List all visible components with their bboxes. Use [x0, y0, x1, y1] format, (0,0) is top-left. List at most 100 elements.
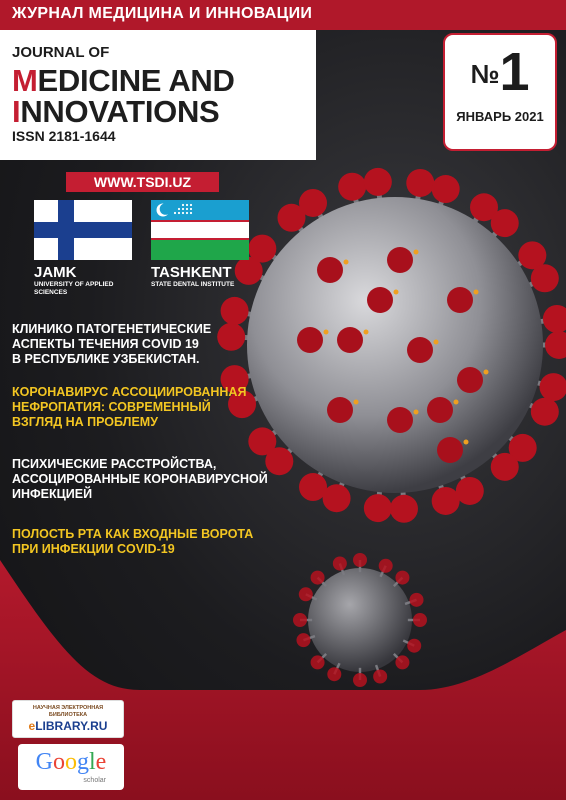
virus-spike-head	[363, 167, 392, 196]
virus-spike-head	[508, 433, 537, 462]
virus-spike-stem	[507, 253, 534, 273]
virus-spike-stem	[349, 186, 362, 215]
virus-spike-head	[387, 407, 413, 433]
virus-spike-head	[277, 203, 306, 232]
virus-spike-head	[431, 175, 460, 204]
virus-spike-head	[234, 256, 263, 285]
virus-spike-stem	[260, 423, 287, 444]
virus-spike-head	[327, 397, 353, 423]
virus-spike-head	[437, 437, 463, 463]
virus-spike-head	[322, 484, 351, 513]
virus-spike-stem	[413, 182, 423, 211]
virus-spike-head	[447, 287, 473, 313]
virus-dot	[413, 409, 419, 415]
virus-spike-stem	[434, 473, 449, 502]
virus-spike-stem	[434, 188, 449, 217]
partner-tashkent-subtitle: STATE DENTAL INSTITUTE	[151, 281, 235, 288]
virus-spike-stem	[484, 221, 507, 246]
virus-dot	[433, 339, 439, 345]
virus-spike-head	[217, 322, 246, 351]
virus-dot	[483, 369, 489, 375]
virus-spike-head	[220, 296, 249, 325]
virus-spike-head	[407, 337, 433, 363]
virus-spike-stem	[234, 308, 263, 320]
virus-spike-stem	[277, 439, 301, 463]
virus-spike-head	[530, 264, 559, 293]
top-banner: ЖУРНАЛ МЕДИЦИНА И ИННОВАЦИИ	[0, 0, 566, 30]
headline-covid-pathogenesis[interactable]: КЛИНИКО ПАТОГЕНЕТИЧЕСКИЕ АСПЕКТЫ ТЕЧЕНИЯ …	[12, 322, 211, 367]
virus-spike-head	[387, 247, 413, 273]
google-wordmark: Google	[35, 749, 107, 775]
virus-spike-stem	[310, 201, 330, 229]
virus-spike-head	[455, 476, 484, 505]
virus-spike-stem	[466, 205, 487, 232]
headline-nephropathy[interactable]: КОРОНАВИРУС АССОЦИИРОВАННАЯ НЕФРОПАТИЯ: С…	[12, 385, 246, 430]
virus-dot	[473, 289, 479, 295]
virus-spike-stem	[234, 370, 263, 382]
virus-spike-stem	[375, 181, 384, 210]
virus-dot	[463, 439, 469, 445]
headline-oral-cavity[interactable]: ПОЛОСТЬ РТА КАК ВХОДНЫЕ ВОРОТА ПРИ ИНФЕКЦ…	[12, 527, 253, 557]
partner-tashkent-name: TASHKENT	[151, 264, 232, 281]
title-line-innovations: INNOVATIONS	[12, 94, 220, 129]
website-link[interactable]: WWW.TSDI.UZ	[66, 172, 219, 192]
virus-spike-stem	[231, 334, 260, 341]
title-line-medicine: MEDICINE AND	[12, 63, 235, 98]
partner-jamk-name: JAMK	[34, 264, 77, 281]
virus-spike-head	[539, 373, 566, 402]
virus-spike-head	[248, 427, 277, 456]
virus-dot	[353, 399, 359, 405]
journal-header: JOURNAL OF MEDICINE AND INNOVATIONS ISSN…	[0, 30, 316, 160]
issue-number: №1	[470, 42, 530, 102]
virus-spike-stem	[375, 480, 384, 509]
virus-spike-head	[299, 473, 327, 502]
elibrary-logo[interactable]: НАУЧНАЯ ЭЛЕКТРОННАЯ БИБЛИОТЕКА eLIBRARY.R…	[12, 700, 124, 738]
virus-spike-stem	[310, 461, 330, 489]
virus-dot	[393, 289, 399, 295]
virus-spike-stem	[260, 246, 287, 267]
virus-spike-head	[297, 327, 323, 353]
headline-mental-disorders[interactable]: ПСИХИЧЕСКИЕ РАССТРОЙСТВА, АССОЦИРОВАННЫЕ …	[12, 457, 268, 502]
journal-of-label: JOURNAL OF	[12, 44, 110, 61]
finland-flag-icon	[34, 200, 132, 260]
virus-spike-head	[431, 486, 460, 515]
virus-spike-head	[545, 331, 566, 359]
journal-cover: ЖУРНАЛ МЕДИЦИНА И ИННОВАЦИИ JOURNAL OF M…	[0, 0, 566, 800]
virus-spike-stem	[518, 276, 546, 292]
virus-spike-stem	[247, 268, 275, 286]
virus-spike-head	[265, 447, 294, 476]
virus-spike-head	[317, 257, 343, 283]
virus-spike-head	[518, 241, 547, 270]
virus-spike-head	[248, 234, 277, 263]
virus-spike-head	[367, 287, 393, 313]
issue-date: ЯНВАРЬ 2021	[456, 109, 544, 124]
virus-spike-head	[490, 209, 519, 238]
virus-spike-stem	[400, 480, 407, 509]
virus-spike-stem	[289, 216, 311, 241]
virus-spike-stem	[334, 471, 349, 500]
virus-spike-stem	[529, 316, 558, 326]
issn-label: ISSN 2181-1644	[12, 128, 116, 144]
virus-spike-head	[457, 367, 483, 393]
virus-spike-head	[427, 397, 453, 423]
virus-spike-head	[406, 168, 435, 197]
virus-spike-head	[338, 172, 367, 201]
google-scholar-logo[interactable]: Google scholar	[18, 744, 124, 790]
virus-dot	[363, 329, 369, 335]
virus-dot	[323, 329, 329, 335]
top-banner-text: ЖУРНАЛ МЕДИЦИНА И ИННОВАЦИИ	[12, 5, 313, 22]
virus-spike-head	[490, 452, 519, 481]
virus-spike-stem	[484, 444, 507, 469]
virus-spike-head	[389, 494, 418, 523]
virus-spike-head	[530, 397, 559, 426]
virus-dot	[343, 259, 349, 265]
issue-badge: №1 ЯНВАРЬ 2021	[443, 33, 557, 151]
uzbekistan-flag-icon	[151, 200, 249, 260]
virus-spike-head	[299, 188, 327, 217]
partner-jamk-subtitle: UNIVERSITY OF APPLIED SCIENCES	[34, 281, 114, 296]
virus-spike-stem	[499, 428, 525, 450]
virus-dot	[453, 399, 459, 405]
virus-spike-stem	[525, 377, 555, 390]
virus-spike-head	[469, 193, 498, 222]
virus-spike-head	[337, 327, 363, 353]
